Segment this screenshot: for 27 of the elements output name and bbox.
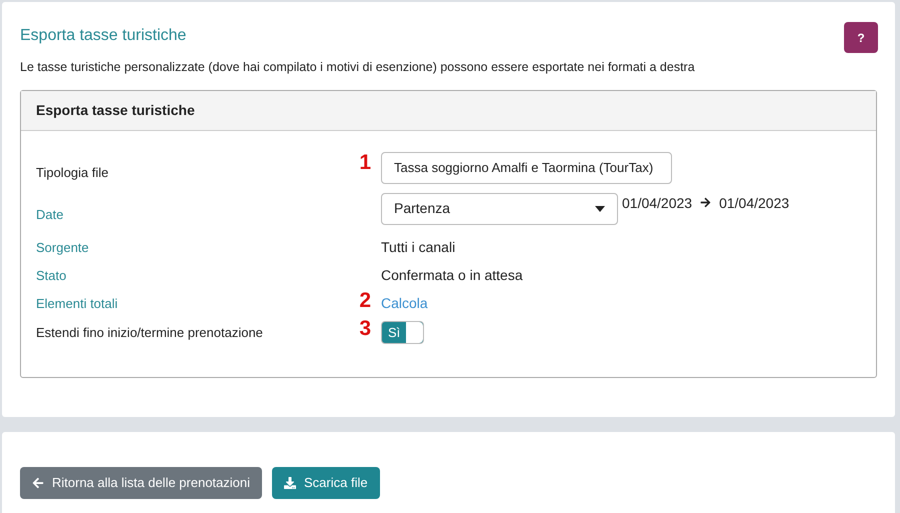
file-type-dropdown[interactable]: Tassa soggiorno Amalfi e Taormina (TourTax) — [381, 152, 672, 184]
description-text: Le tasse turistiche personalizzate (dove hai compilato i motivi di esenzione) possono essere esportate nei formati a destra — [20, 59, 696, 76]
field-value: Tutti i canali — [381, 238, 456, 258]
field-label: Estendi fino inizio/termine prenotazione — [36, 324, 264, 342]
panel-title: Esporta tasse turistiche — [36, 100, 195, 120]
download-icon — [284, 477, 296, 489]
toggle-switch[interactable]: Sì — [381, 321, 424, 344]
caret-icon — [595, 206, 605, 212]
date-from: 01/04/2023 — [622, 194, 692, 213]
date-to: 01/04/2023 — [719, 194, 790, 213]
field-label: Elementi totali — [36, 295, 119, 313]
annotation-number: 3 — [359, 318, 371, 339]
annotation-number: 1 — [359, 152, 371, 173]
help-button[interactable]: ? — [844, 22, 878, 53]
calculate-link[interactable]: Calcola — [381, 293, 428, 314]
annotation-number: 2 — [359, 290, 371, 311]
back-button[interactable]: Ritorna alla lista delle prenotazioni — [20, 467, 262, 499]
field-label: Tipologia file — [36, 164, 110, 182]
arrow-left-icon — [32, 477, 44, 489]
field-label: Date — [36, 206, 64, 224]
field-label: Stato — [36, 267, 68, 285]
field-value: Confermata o in attesa — [381, 266, 523, 286]
page-title: Esporta tasse turistiche — [20, 26, 186, 46]
date-type-dropdown[interactable]: Partenza — [381, 192, 618, 225]
download-button[interactable]: Scarica file — [272, 467, 380, 499]
arrow-right-icon — [700, 196, 712, 208]
field-label: Sorgente — [36, 239, 90, 257]
